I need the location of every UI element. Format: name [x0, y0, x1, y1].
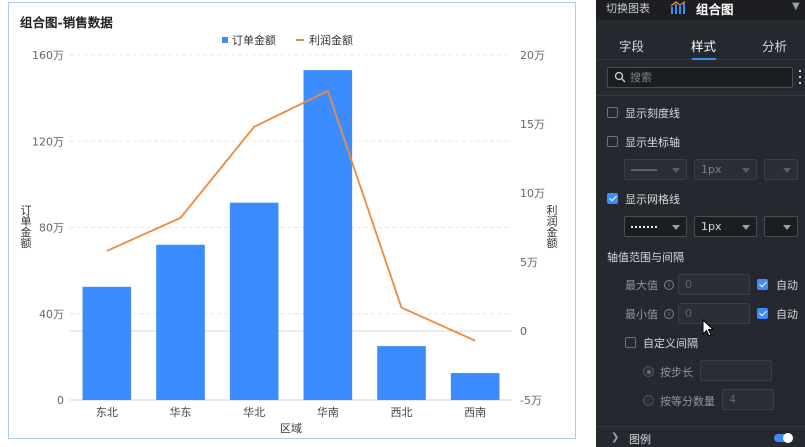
tab-analysis[interactable]: 分析 — [762, 36, 787, 55]
legend-label: 订单金额 — [232, 33, 276, 47]
settings-tabs: 字段 样式 分析 — [596, 26, 805, 60]
max-value-input[interactable]: 0 — [678, 274, 750, 295]
grid-line-width-select[interactable]: 1px — [694, 216, 757, 237]
legend-swatch-bar — [222, 37, 228, 43]
divider — [596, 95, 805, 96]
show-ticks-checkbox[interactable] — [607, 107, 618, 118]
y2-axis-title: 利润金额 — [547, 204, 558, 250]
by-count-label: 按等分数量 — [660, 395, 715, 408]
chevron-right-icon[interactable]: ❯ — [611, 432, 619, 443]
step-input[interactable] — [700, 360, 772, 381]
by-step-radio[interactable] — [643, 366, 654, 377]
mouse-cursor-icon — [702, 319, 714, 337]
caret-down-icon — [783, 225, 791, 230]
axis-line-color-select[interactable] — [764, 159, 798, 180]
caret-down-icon — [672, 225, 680, 230]
info-icon[interactable]: i — [664, 280, 674, 290]
custom-interval-checkbox[interactable] — [625, 337, 636, 348]
y2-tick-label: 0 — [520, 325, 527, 338]
y2-tick-label: -5万 — [520, 394, 542, 407]
x-tick-label: 西北 — [391, 406, 413, 419]
count-input[interactable]: 4 — [722, 389, 774, 410]
max-auto-label: 自动 — [776, 279, 798, 292]
bar — [450, 373, 500, 400]
chart-type-bar: 切换图表 组合图 ▼ — [596, 0, 805, 20]
bar — [303, 70, 353, 400]
active-tab-indicator — [692, 58, 716, 60]
min-value-input[interactable]: 0 — [678, 303, 750, 324]
custom-interval-label: 自定义间隔 — [643, 337, 698, 350]
y-tick-label: 160万 — [32, 49, 64, 62]
legend-toggle[interactable] — [774, 433, 793, 443]
x-tick-label: 华东 — [170, 405, 192, 419]
y-tick-label: 40万 — [39, 308, 64, 321]
show-axis-checkbox[interactable] — [607, 136, 618, 147]
bar — [82, 286, 132, 400]
legend-label: 利润金额 — [309, 33, 353, 47]
y2-tick-label: 20万 — [520, 49, 545, 62]
min-auto-label: 自动 — [776, 308, 798, 321]
min-value-label: 最小值 — [625, 308, 658, 321]
chart-panel: 组合图-销售数据 0 40万 80万 120万 160万 -5万 0 5万 10万 15万 20万东… — [0, 0, 596, 447]
axis-range-title: 轴值范围与间隔 — [607, 251, 684, 264]
search-box[interactable] — [607, 67, 793, 88]
by-count-radio[interactable] — [643, 395, 654, 406]
show-axis-label: 显示坐标轴 — [625, 136, 680, 149]
search-icon — [614, 71, 626, 83]
combo-chart-icon — [670, 1, 686, 14]
y2-tick-label: 15万 — [520, 118, 545, 131]
info-icon[interactable]: i — [664, 309, 674, 319]
by-step-label: 按步长 — [660, 366, 693, 379]
chart-type-select[interactable]: 组合图 — [696, 0, 734, 18]
search-input[interactable] — [630, 70, 780, 85]
max-auto-checkbox[interactable] — [757, 279, 768, 290]
y-tick-label: 80万 — [39, 222, 64, 235]
dotted-line-swatch — [631, 226, 657, 228]
tab-style[interactable]: 样式 — [691, 36, 716, 55]
axis-line-style-select[interactable] — [624, 159, 687, 180]
grid-line-color-select[interactable] — [764, 216, 798, 237]
y-tick-label: 120万 — [32, 135, 64, 148]
x-tick-label: 西南 — [464, 406, 486, 419]
solid-line-swatch — [631, 169, 657, 171]
legend-section-label: 图例 — [629, 433, 651, 446]
show-ticks-label: 显示刻度线 — [625, 107, 680, 120]
more-options-icon[interactable] — [799, 70, 803, 86]
y-axis-title: 订单金额 — [21, 204, 32, 250]
y2-tick-label: 10万 — [520, 187, 545, 200]
tab-fields[interactable]: 字段 — [619, 36, 644, 55]
caret-down-icon — [742, 225, 750, 230]
combo-chart: 0 40万 80万 120万 160万 -5万 0 5万 10万 15万 20万东北 华东 华北 华南 西北… — [21, 33, 558, 435]
axis-line-width-select[interactable]: 1px — [694, 159, 757, 180]
caret-down-icon — [672, 168, 680, 173]
bar — [377, 346, 426, 400]
x-axis-title: 区域 — [280, 422, 302, 435]
y2-tick-label: 5万 — [520, 256, 538, 269]
show-grid-label: 显示网格线 — [625, 193, 680, 206]
x-tick-label: 东北 — [96, 406, 118, 419]
legend-section[interactable]: ❯ 图例 — [596, 426, 805, 447]
min-auto-checkbox[interactable] — [757, 308, 768, 319]
x-tick-label: 华北 — [243, 405, 265, 419]
show-grid-checkbox[interactable] — [607, 193, 618, 204]
switch-chart-label[interactable]: 切换图表 — [606, 0, 650, 16]
caret-down-icon — [742, 168, 750, 173]
bar — [229, 202, 279, 400]
settings-panel: 切换图表 组合图 ▼ 字段 样式 分析 搜索 显示刻度线 显示坐标轴 1px 显… — [596, 0, 805, 447]
chevron-down-icon[interactable]: ▼ — [792, 1, 800, 12]
x-tick-label: 华南 — [317, 405, 339, 419]
grid-line-style-select[interactable] — [624, 216, 687, 237]
app-root: 组合图-销售数据 0 40万 80万 120万 160万 -5万 0 5万 10万 15万 20万东… — [0, 0, 805, 447]
bar — [156, 244, 205, 400]
caret-down-icon — [783, 168, 791, 173]
y-tick-label: 0 — [57, 394, 64, 407]
max-value-label: 最大值 — [625, 279, 658, 292]
